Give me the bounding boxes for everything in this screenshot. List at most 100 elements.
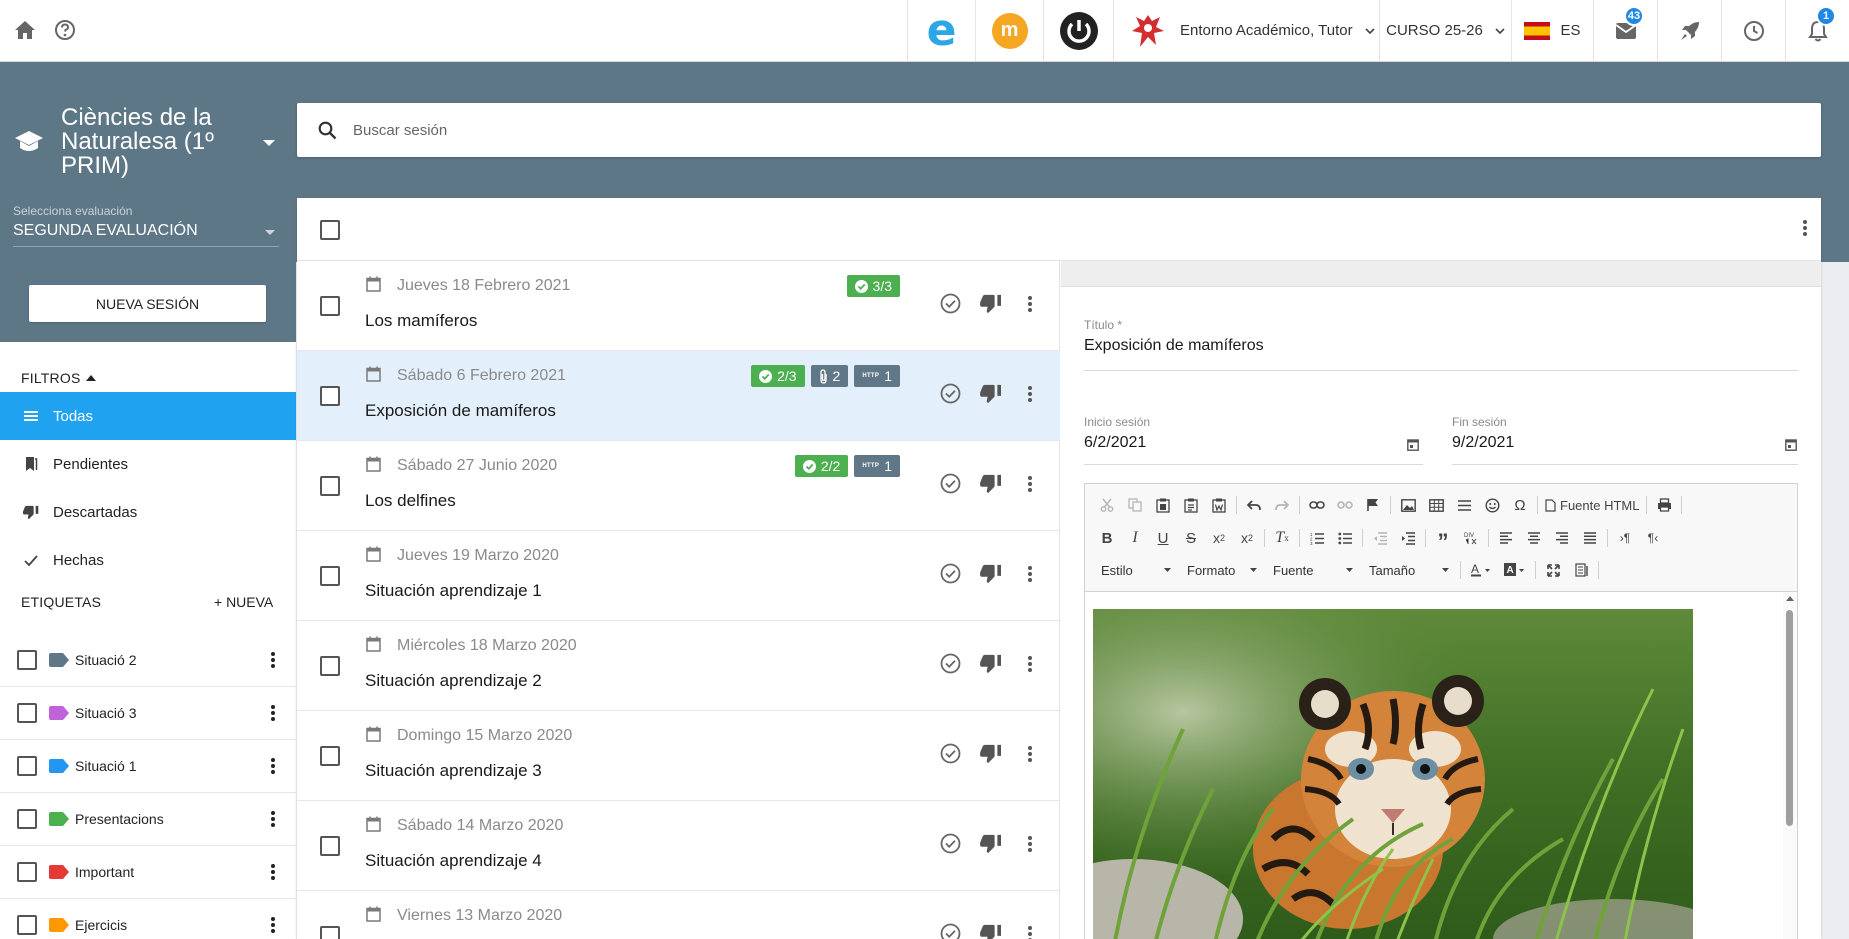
calendar-icon[interactable] [1407, 438, 1419, 451]
background-color-icon[interactable]: A [1498, 557, 1532, 583]
select-all-checkbox[interactable] [320, 220, 340, 240]
discard-thumb-down-icon[interactable] [980, 834, 1002, 854]
notifications-button[interactable]: 1 [1785, 0, 1849, 61]
more-vert-icon[interactable] [271, 917, 275, 933]
more-vert-icon[interactable] [1028, 475, 1032, 492]
maximize-icon[interactable] [1539, 557, 1567, 583]
session-checkbox[interactable] [320, 746, 340, 766]
mark-done-icon[interactable] [940, 293, 961, 314]
discard-thumb-down-icon[interactable] [980, 744, 1002, 764]
filter-todas[interactable]: Todas [0, 392, 296, 440]
align-justify-icon[interactable] [1576, 525, 1604, 551]
tag-checkbox[interactable] [17, 915, 37, 935]
tag-checkbox[interactable] [17, 703, 37, 723]
power-app-logo[interactable] [1043, 0, 1113, 61]
bullet-list-icon[interactable] [1331, 525, 1359, 551]
tag-checkbox[interactable] [17, 809, 37, 829]
show-blocks-icon[interactable] [1567, 557, 1595, 583]
language-selector[interactable]: ES [1511, 0, 1593, 61]
mark-done-icon[interactable] [940, 743, 961, 764]
home-icon[interactable] [12, 17, 38, 43]
more-vert-icon[interactable] [271, 864, 275, 880]
mark-done-icon[interactable] [940, 473, 961, 494]
course-year-selector[interactable]: CURSO 25-26 [1379, 0, 1511, 61]
strikethrough-icon[interactable]: S [1177, 525, 1205, 551]
print-icon[interactable] [1650, 492, 1678, 518]
end-date-field[interactable]: 9/2/2021 [1452, 434, 1514, 452]
discard-thumb-down-icon[interactable] [980, 474, 1002, 494]
cut-icon[interactable] [1093, 492, 1121, 518]
link-icon[interactable] [1303, 492, 1331, 518]
copy-icon[interactable] [1121, 492, 1149, 518]
superscript-icon[interactable]: x2 [1233, 525, 1261, 551]
align-center-icon[interactable] [1520, 525, 1548, 551]
more-vert-icon[interactable] [1803, 220, 1807, 236]
filter-descartadas[interactable]: Descartadas [0, 488, 296, 536]
font-dropdown[interactable]: Fuente [1265, 558, 1361, 582]
align-right-icon[interactable] [1548, 525, 1576, 551]
outdent-icon[interactable] [1366, 525, 1394, 551]
new-tag-button[interactable]: + NUEVA [214, 594, 273, 610]
subscript-icon[interactable]: x2 [1205, 525, 1233, 551]
anchor-flag-icon[interactable] [1359, 492, 1387, 518]
scroll-up-arrow-icon[interactable] [1786, 596, 1794, 601]
edu-app-logo[interactable]: e [907, 0, 975, 61]
history-button[interactable] [1721, 0, 1785, 61]
more-vert-icon[interactable] [1028, 925, 1032, 939]
more-vert-icon[interactable] [1028, 835, 1032, 852]
session-row[interactable]: Sábado 27 Junio 2020 Los delfines 2/2 HTTP 1 [297, 441, 1060, 531]
size-dropdown[interactable]: Tamaño [1361, 558, 1457, 582]
numbered-list-icon[interactable]: 123 [1303, 525, 1331, 551]
remove-format-icon[interactable]: Tx [1268, 525, 1296, 551]
session-checkbox[interactable] [320, 926, 340, 939]
tag-item[interactable]: Ejercicis [0, 899, 296, 939]
session-row[interactable]: Sábado 14 Marzo 2020 Situación aprendizaj… [297, 801, 1060, 891]
paste-icon[interactable] [1149, 492, 1177, 518]
role-selector[interactable]: Entorno Académico, Tutor [1113, 0, 1379, 61]
tag-item[interactable]: Presentacions [0, 793, 296, 846]
more-vert-icon[interactable] [271, 705, 275, 721]
new-session-button[interactable]: NUEVA SESIÓN [29, 285, 266, 322]
session-checkbox[interactable] [320, 836, 340, 856]
paste-word-icon[interactable] [1205, 492, 1233, 518]
more-vert-icon[interactable] [1028, 655, 1032, 672]
session-row[interactable]: Sábado 6 Febrero 2021 Exposición de mamíf… [297, 351, 1060, 441]
image-icon[interactable] [1394, 492, 1422, 518]
editor-scrollbar[interactable] [1783, 592, 1797, 939]
blockquote-icon[interactable]: ” [1429, 525, 1457, 553]
session-row[interactable]: Jueves 18 Febrero 2021 Los mamíferos 3/3 [297, 261, 1060, 351]
m-app-logo[interactable]: m [975, 0, 1043, 61]
text-color-icon[interactable]: A [1464, 557, 1498, 583]
help-icon[interactable] [52, 17, 78, 43]
more-vert-icon[interactable] [271, 758, 275, 774]
editor-content[interactable] [1085, 592, 1797, 939]
special-char-icon[interactable]: Ω [1506, 492, 1534, 518]
mail-button[interactable]: 43 [1593, 0, 1657, 61]
redo-icon[interactable] [1268, 492, 1296, 518]
session-row[interactable]: Miércoles 18 Marzo 2020 Situación aprendi… [297, 621, 1060, 711]
discard-thumb-down-icon[interactable] [980, 294, 1002, 314]
title-field[interactable]: Exposición de mamíferos [1084, 337, 1264, 355]
more-vert-icon[interactable] [1028, 385, 1032, 402]
rocket-button[interactable] [1657, 0, 1721, 61]
smiley-icon[interactable] [1478, 492, 1506, 518]
rtl-icon[interactable]: ¶‹ [1639, 525, 1667, 551]
tag-checkbox[interactable] [17, 862, 37, 882]
filter-hechas[interactable]: Hechas [0, 536, 296, 584]
tag-item[interactable]: Important [0, 846, 296, 899]
format-dropdown[interactable]: Formato [1179, 558, 1265, 582]
session-row[interactable]: Domingo 15 Marzo 2020 Situación aprendiza… [297, 711, 1060, 801]
start-date-field[interactable]: 6/2/2021 [1084, 434, 1146, 452]
bold-icon[interactable]: B [1093, 525, 1121, 551]
more-vert-icon[interactable] [1028, 745, 1032, 762]
discard-thumb-down-icon[interactable] [980, 384, 1002, 404]
tag-checkbox[interactable] [17, 650, 37, 670]
source-html-button[interactable]: Fuente HTML [1541, 492, 1643, 518]
undo-icon[interactable] [1240, 492, 1268, 518]
discard-thumb-down-icon[interactable] [980, 924, 1002, 939]
horizontal-rule-icon[interactable] [1450, 492, 1478, 518]
italic-icon[interactable]: I [1121, 525, 1149, 551]
filters-toggle[interactable]: FILTROS [21, 370, 97, 386]
session-row[interactable]: Viernes 13 Marzo 2020 [297, 891, 1060, 939]
style-dropdown[interactable]: Estilo [1093, 558, 1179, 582]
